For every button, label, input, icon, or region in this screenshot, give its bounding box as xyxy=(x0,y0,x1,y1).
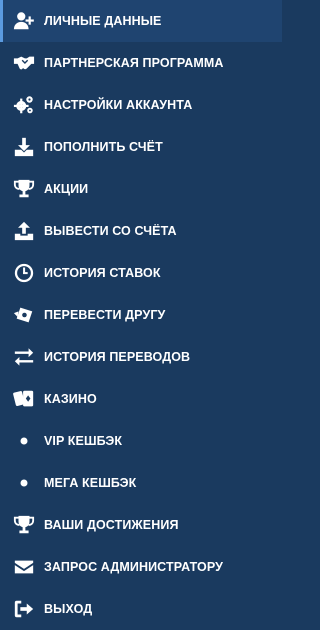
menu-item-logout[interactable]: ВЫХОД xyxy=(0,588,282,630)
menu-item-bet-history[interactable]: ИСТОРИЯ СТАВОК xyxy=(0,252,282,294)
menu-item-label: ИСТОРИЯ ПЕРЕВОДОВ xyxy=(44,350,191,364)
menu-item-label: ЛИЧНЫЕ ДАННЫЕ xyxy=(44,14,162,28)
clock-icon xyxy=(12,261,36,285)
menu-item-withdraw[interactable]: ВЫВЕСТИ СО СЧЁТА xyxy=(0,210,282,252)
menu-item-transfer-history[interactable]: ИСТОРИЯ ПЕРЕВОДОВ xyxy=(0,336,282,378)
gears-icon xyxy=(12,93,36,117)
menu-item-deposit[interactable]: ПОПОЛНИТЬ СЧЁТ xyxy=(0,126,282,168)
upload-icon xyxy=(12,219,36,243)
dot-icon xyxy=(12,471,36,495)
menu-item-label: ВЫХОД xyxy=(44,602,93,616)
menu-item-achievements[interactable]: ВАШИ ДОСТИЖЕНИЯ xyxy=(0,504,282,546)
menu-item-promotions[interactable]: АКЦИИ xyxy=(0,168,282,210)
user-add-icon xyxy=(12,9,36,33)
menu-item-personal-data[interactable]: ЛИЧНЫЕ ДАННЫЕ xyxy=(0,0,282,42)
menu-item-label: ВЫВЕСТИ СО СЧЁТА xyxy=(44,224,177,238)
menu-item-casino[interactable]: КАЗИНО xyxy=(0,378,282,420)
menu-item-transfer-friend[interactable]: ПЕРЕВЕСТИ ДРУГУ xyxy=(0,294,282,336)
exchange-icon xyxy=(12,345,36,369)
menu-item-account-settings[interactable]: НАСТРОЙКИ АККАУНТА xyxy=(0,84,282,126)
menu-item-mega-cashback[interactable]: МЕГА КЕШБЭК xyxy=(0,462,282,504)
menu-item-label: АКЦИИ xyxy=(44,182,89,196)
menu-item-label: ВАШИ ДОСТИЖЕНИЯ xyxy=(44,518,179,532)
menu-item-label: НАСТРОЙКИ АККАУНТА xyxy=(44,98,193,112)
menu-item-label: ЗАПРОС АДМИНИСТРАТОРУ xyxy=(44,560,223,574)
trophy-icon xyxy=(12,513,36,537)
menu-item-vip-cashback[interactable]: VIP КЕШБЭК xyxy=(0,420,282,462)
account-sidebar-menu: ЛИЧНЫЕ ДАННЫЕ ПАРТНЕРСКАЯ ПРОГРАММА НАСТ… xyxy=(0,0,282,625)
menu-item-label: МЕГА КЕШБЭК xyxy=(44,476,137,490)
menu-item-label: ИСТОРИЯ СТАВОК xyxy=(44,266,161,280)
menu-item-label: ПОПОЛНИТЬ СЧЁТ xyxy=(44,140,163,154)
dot-icon xyxy=(12,429,36,453)
download-icon xyxy=(12,135,36,159)
menu-item-label: ПЕРЕВЕСТИ ДРУГУ xyxy=(44,308,166,322)
menu-item-partner-program[interactable]: ПАРТНЕРСКАЯ ПРОГРАММА xyxy=(0,42,282,84)
menu-item-admin-request[interactable]: ЗАПРОС АДМИНИСТРАТОРУ xyxy=(0,546,282,588)
envelope-icon xyxy=(12,555,36,579)
sign-out-icon xyxy=(12,597,36,621)
send-money-icon xyxy=(12,303,36,327)
trophy-icon xyxy=(12,177,36,201)
handshake-icon xyxy=(12,51,36,75)
playing-cards-icon xyxy=(12,387,36,411)
menu-item-label: VIP КЕШБЭК xyxy=(44,434,123,448)
menu-item-label: КАЗИНО xyxy=(44,392,97,406)
menu-item-label: ПАРТНЕРСКАЯ ПРОГРАММА xyxy=(44,56,224,70)
